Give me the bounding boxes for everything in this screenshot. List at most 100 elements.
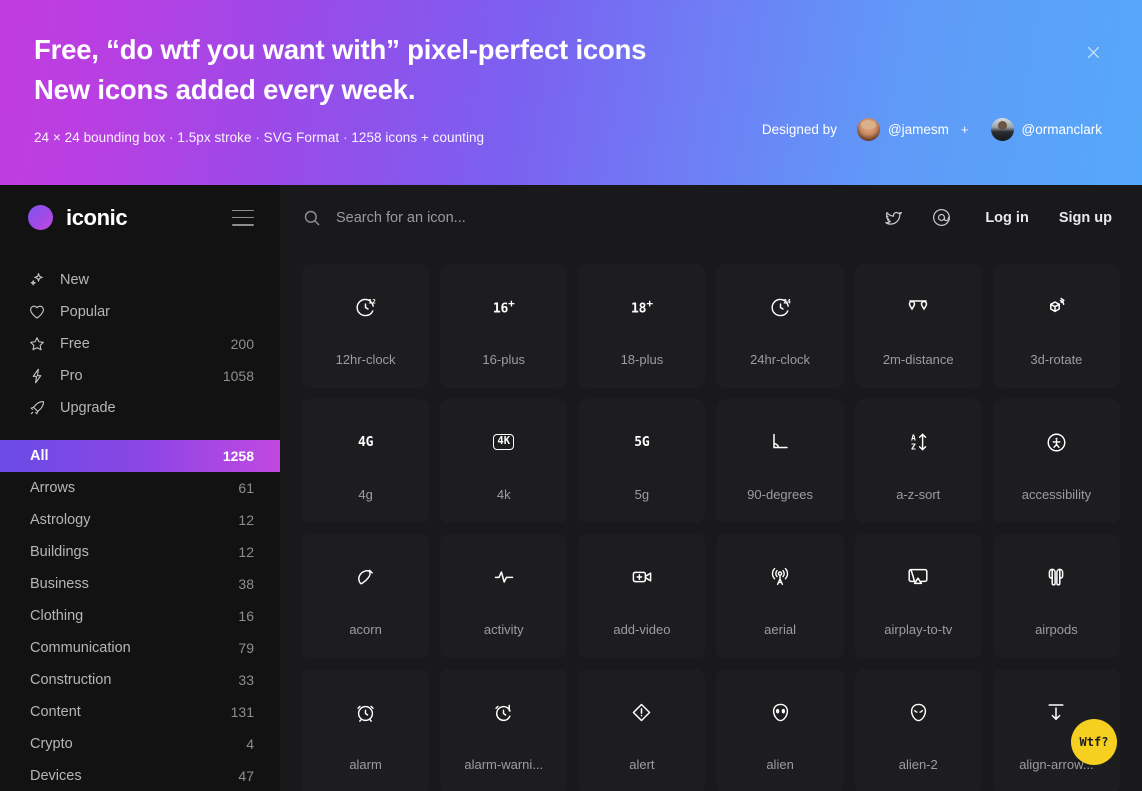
sidebar: iconic New Popular Free 200 Pro 1058 Upg…	[0, 185, 280, 791]
icon-card-alien[interactable]: alien	[716, 669, 844, 791]
icon-card-activity[interactable]: activity	[440, 534, 568, 658]
brand-name[interactable]: iconic	[66, 205, 128, 231]
author-handle-1[interactable]: @jamesm	[888, 122, 949, 137]
icon-name: alarm	[349, 757, 382, 772]
wtf-help-button[interactable]: Wtf?	[1071, 719, 1117, 765]
category-count: 12	[238, 512, 254, 528]
sidebar-item-count: 1058	[222, 368, 254, 384]
icon-name: 4k	[496, 487, 511, 502]
banner-credits: Designed by @jamesm + @ormanclark	[762, 118, 1102, 141]
svg-text:12: 12	[368, 298, 376, 305]
alien-2-icon	[907, 690, 930, 734]
icon-card-alarm-warning[interactable]: alarm-warni...	[440, 669, 568, 791]
twitter-icon[interactable]	[879, 204, 907, 232]
sidebar-item-upgrade[interactable]: Upgrade	[0, 392, 280, 424]
banner-close-button[interactable]	[1081, 40, 1105, 64]
promo-banner: Free, “do wtf you want with” pixel-perfe…	[0, 0, 1142, 185]
category-count: 131	[230, 704, 254, 720]
icon-name: alien	[766, 757, 794, 772]
app-shell: iconic New Popular Free 200 Pro 1058 Upg…	[0, 185, 1142, 791]
icon-glyph-text: 4K	[493, 434, 515, 450]
at-icon[interactable]	[927, 204, 955, 232]
icon-card-5g[interactable]: 5G 5g	[578, 399, 706, 523]
svg-text:Z: Z	[911, 443, 916, 452]
aerial-icon	[768, 555, 792, 599]
search-container	[302, 208, 859, 228]
alarm-warning-icon	[492, 690, 515, 734]
icon-card-airplay-to-tv[interactable]: airplay-to-tv	[854, 534, 982, 658]
icon-card-aerial[interactable]: aerial	[716, 534, 844, 658]
sidebar-category-communication[interactable]: Communication 79	[0, 632, 280, 664]
hamburger-icon[interactable]	[232, 209, 254, 226]
category-label: Business	[30, 576, 89, 592]
icon-card-2m-distance[interactable]: 2m-distance	[854, 264, 982, 388]
icon-card-a-z-sort[interactable]: A Z a-z-sort	[854, 399, 982, 523]
90-degrees-icon	[768, 420, 792, 464]
sidebar-category-all[interactable]: All 1258	[0, 440, 280, 472]
icon-card-alien-2[interactable]: alien-2	[854, 669, 982, 791]
sidebar-category-buildings[interactable]: Buildings 12	[0, 536, 280, 568]
icon-card-alert[interactable]: alert	[578, 669, 706, 791]
close-icon	[1087, 46, 1099, 58]
category-count: 61	[238, 480, 254, 496]
sidebar-category-content[interactable]: Content 131	[0, 696, 280, 728]
icon-card-16-plus[interactable]: 16+ 16-plus	[440, 264, 568, 388]
search-input[interactable]	[336, 209, 756, 226]
icon-card-acorn[interactable]: acorn	[302, 534, 430, 658]
icon-card-airpods[interactable]: airpods	[992, 534, 1120, 658]
sidebar-category-business[interactable]: Business 38	[0, 568, 280, 600]
sidebar-category-construction[interactable]: Construction 33	[0, 664, 280, 696]
sidebar-item-label: Upgrade	[60, 400, 116, 416]
alert-icon	[630, 690, 653, 734]
icon-glyph-text: 5G	[634, 434, 650, 450]
icon-grid-scroll[interactable]: 12 12hr-clock 16+ 16-plus 18+ 18-plus 24…	[280, 250, 1142, 791]
wtf-label: Wtf?	[1079, 735, 1109, 749]
signup-button[interactable]: Sign up	[1059, 210, 1112, 226]
icon-card-12hr-clock[interactable]: 12 12hr-clock	[302, 264, 430, 388]
credits-plus: +	[960, 122, 969, 137]
login-button[interactable]: Log in	[985, 210, 1029, 226]
category-label: Communication	[30, 640, 131, 656]
icon-name: add-video	[613, 622, 671, 637]
airpods-icon	[1044, 555, 1068, 599]
clock-24-icon: 24	[769, 285, 792, 329]
4k-icon: 4K	[493, 420, 515, 464]
icon-name: acorn	[349, 622, 382, 637]
sidebar-item-new[interactable]: New	[0, 264, 280, 296]
sidebar-nav-primary: New Popular Free 200 Pro 1058 Upgrade	[0, 250, 280, 436]
2m-distance-icon	[906, 285, 930, 329]
icon-card-4k[interactable]: 4K 4k	[440, 399, 568, 523]
sidebar-item-label: Free	[60, 336, 90, 352]
a-z-sort-icon: A Z	[906, 420, 930, 464]
icon-glyph-sup: +	[646, 297, 653, 311]
topbar-actions: Log in Sign up	[859, 204, 1112, 232]
add-video-icon	[630, 555, 654, 599]
icon-card-add-video[interactable]: add-video	[578, 534, 706, 658]
icon-card-accessibility[interactable]: accessibility	[992, 399, 1120, 523]
sidebar-category-clothing[interactable]: Clothing 16	[0, 600, 280, 632]
icon-card-4g[interactable]: 4G 4g	[302, 399, 430, 523]
icon-card-90-degrees[interactable]: 90-degrees	[716, 399, 844, 523]
sidebar-category-arrows[interactable]: Arrows 61	[0, 472, 280, 504]
svg-text:24: 24	[783, 298, 791, 305]
banner-headline-line1: Free, “do wtf you want with” pixel-perfe…	[34, 34, 647, 65]
activity-icon	[492, 555, 516, 599]
sidebar-item-count: 200	[230, 336, 254, 352]
icon-card-3d-rotate[interactable]: 3d-rotate	[992, 264, 1120, 388]
icon-name: alarm-warni...	[464, 757, 544, 772]
icon-card-24hr-clock[interactable]: 24 24hr-clock	[716, 264, 844, 388]
search-icon	[302, 208, 322, 228]
acorn-icon	[354, 555, 377, 599]
icon-name: 16-plus	[482, 352, 526, 367]
sidebar-item-label: New	[60, 272, 90, 288]
icon-name: a-z-sort	[896, 487, 941, 502]
icon-card-18-plus[interactable]: 18+ 18-plus	[578, 264, 706, 388]
sidebar-item-pro[interactable]: Pro 1058	[0, 360, 280, 392]
sidebar-category-astrology[interactable]: Astrology 12	[0, 504, 280, 536]
author-handle-2[interactable]: @ormanclark	[1022, 122, 1102, 137]
sidebar-item-popular[interactable]: Popular	[0, 296, 280, 328]
sidebar-item-free[interactable]: Free 200	[0, 328, 280, 360]
sidebar-category-devices[interactable]: Devices 47	[0, 760, 280, 791]
icon-card-alarm[interactable]: alarm	[302, 669, 430, 791]
sidebar-category-crypto[interactable]: Crypto 4	[0, 728, 280, 760]
